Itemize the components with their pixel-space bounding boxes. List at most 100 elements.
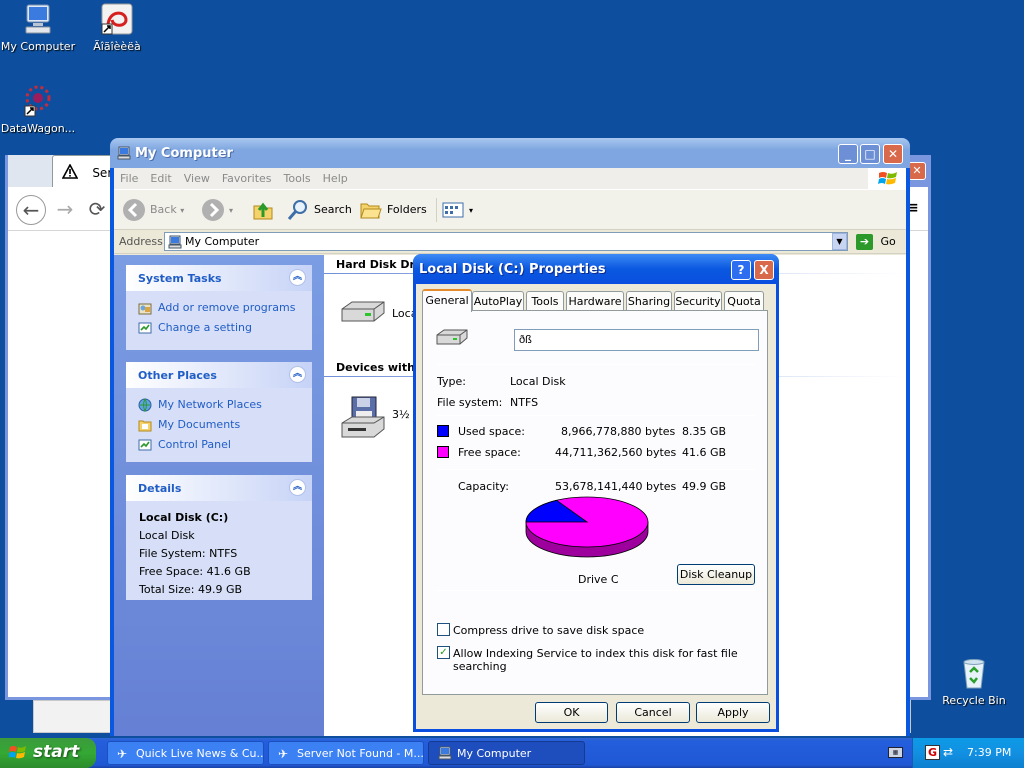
place-control-panel[interactable]: Control Panel — [126, 434, 312, 454]
tab-general[interactable]: General — [422, 289, 472, 312]
separator — [437, 469, 755, 470]
browser-task-icon: ✈ — [278, 747, 289, 761]
details-name: Local Disk (C:) — [139, 511, 229, 524]
windows-flag-icon — [8, 745, 27, 766]
back-button[interactable]: Back ▾ — [122, 198, 184, 222]
compress-checkbox[interactable] — [437, 623, 450, 636]
start-label: start — [33, 742, 80, 762]
control-panel-icon — [138, 321, 152, 335]
properties-titlebar[interactable]: Local Disk (C:) Properties ? X — [413, 254, 779, 284]
taskbar: start ✈ Quick Live News & Cu... ✈ Server… — [0, 738, 1024, 768]
address-dropdown-icon[interactable]: ▼ — [832, 233, 847, 250]
computer-task-icon — [438, 746, 452, 763]
minimize-button[interactable]: _ — [838, 144, 858, 164]
dialog-close-button[interactable]: X — [754, 260, 774, 280]
desktop-icon-recycle-bin[interactable]: Recycle Bin — [934, 656, 1014, 707]
task-change-setting[interactable]: Change a setting — [126, 317, 312, 337]
menu-edit[interactable]: Edit — [144, 168, 177, 185]
views-button[interactable]: ▾ — [436, 198, 473, 222]
taskbar-item-active[interactable]: My Computer — [428, 741, 585, 765]
recycle-bin-icon — [957, 656, 991, 690]
free-space-swatch — [437, 446, 449, 458]
file-system-value: NTFS — [510, 396, 539, 409]
details-type: Local Disk — [139, 529, 195, 542]
properties-dialog[interactable]: Local Disk (C:) Properties ? X General A… — [413, 254, 779, 732]
ok-button[interactable]: OK — [535, 702, 608, 723]
hard-drive-icon — [338, 299, 388, 330]
search-button[interactable]: Search — [286, 198, 352, 222]
folders-button[interactable]: Folders — [359, 198, 427, 222]
desktop-icon-datawagon[interactable]: DataWagon... — [0, 84, 78, 135]
system-tasks-header[interactable]: System Tasks ︽ — [126, 265, 312, 291]
type-label: Type: — [437, 375, 466, 388]
desktop-icon-my-computer[interactable]: My Computer — [0, 2, 78, 53]
desktop-icon-shortcut[interactable]: Ãîãîèèëà — [77, 2, 157, 53]
forward-button[interactable]: ▾ — [201, 198, 233, 222]
task-add-remove-programs[interactable]: Add or remove programs — [126, 297, 312, 317]
used-space-label: Used space: — [458, 425, 526, 438]
menu-bar: File Edit View Favorites Tools Help — [114, 168, 906, 190]
up-folder-button[interactable] — [251, 198, 279, 222]
tray-app-icon[interactable]: G — [925, 745, 940, 760]
my-computer-titlebar[interactable]: My Computer _ □ ✕ — [110, 138, 910, 168]
tray-network-icon[interactable]: ⇄ — [943, 745, 953, 759]
menu-tools[interactable]: Tools — [278, 168, 317, 185]
toolbar: Back ▾ ▾ Search Folders ▾ — [114, 190, 906, 230]
network-places-icon — [138, 398, 152, 413]
tab-security[interactable]: Security — [674, 291, 722, 311]
tab-quota[interactable]: Quota — [724, 291, 764, 311]
clock[interactable]: 7:39 PM — [967, 746, 1011, 759]
cancel-button[interactable]: Cancel — [616, 702, 690, 723]
desktop-icon-label: My Computer — [0, 40, 76, 53]
details-header[interactable]: Details ︽ — [126, 475, 312, 501]
address-field[interactable]: My Computer — [164, 232, 848, 251]
my-computer-title-icon — [117, 146, 131, 163]
reload-icon[interactable]: ⟳ — [82, 195, 112, 225]
volume-label-input[interactable] — [514, 329, 759, 351]
search-icon — [286, 198, 310, 222]
views-icon — [441, 198, 465, 222]
menu-file[interactable]: File — [114, 168, 144, 185]
browser-close-icon[interactable]: ✕ — [908, 162, 926, 180]
windows-logo-icon — [868, 168, 906, 190]
floppy-drive-label: 3½ — [392, 408, 410, 421]
collapse-chevron-icon[interactable]: ︽ — [289, 479, 306, 496]
capacity-gb: 49.9 GB — [682, 480, 727, 493]
window-title: My Computer — [135, 146, 233, 161]
go-arrow-icon: ➔ — [856, 234, 873, 250]
desktop-icon-label: DataWagon... — [0, 122, 76, 135]
maximize-button[interactable]: □ — [860, 144, 880, 164]
compress-label: Compress drive to save disk space — [453, 624, 645, 637]
place-my-documents[interactable]: My Documents — [126, 414, 312, 434]
go-button[interactable]: ➔ Go — [856, 234, 896, 250]
tab-tools[interactable]: Tools — [526, 291, 564, 311]
taskbar-item[interactable]: ✈ Server Not Found - M... — [268, 741, 424, 765]
other-places-header[interactable]: Other Places ︽ — [126, 362, 312, 388]
type-value: Local Disk — [510, 375, 566, 388]
indexing-checkbox[interactable]: ✓ — [437, 646, 450, 659]
menu-help[interactable]: Help — [317, 168, 354, 185]
free-space-label: Free space: — [458, 446, 521, 459]
details-file-system: File System: NTFS — [139, 547, 238, 560]
place-my-network-places[interactable]: My Network Places — [126, 394, 312, 414]
apply-button[interactable]: Apply — [696, 702, 770, 723]
disk-cleanup-button[interactable]: Disk Cleanup — [677, 564, 755, 585]
forward-icon[interactable]: → — [50, 195, 80, 225]
collapse-chevron-icon[interactable]: ︽ — [289, 269, 306, 286]
keyboard-icon[interactable]: ▦ — [888, 747, 903, 758]
my-documents-icon — [138, 418, 152, 432]
menu-view[interactable]: View — [178, 168, 216, 185]
menu-favorites[interactable]: Favorites — [216, 168, 278, 185]
tab-autoplay[interactable]: AutoPlay — [472, 291, 524, 311]
collapse-chevron-icon[interactable]: ︽ — [289, 366, 306, 383]
browser-task-icon: ✈ — [117, 747, 128, 761]
go-label: Go — [880, 235, 896, 248]
start-button[interactable]: start — [0, 738, 96, 768]
back-icon[interactable]: ← — [16, 195, 46, 225]
help-button[interactable]: ? — [731, 260, 751, 280]
separator — [437, 415, 755, 416]
taskbar-item[interactable]: ✈ Quick Live News & Cu... — [107, 741, 264, 765]
tab-sharing[interactable]: Sharing — [626, 291, 672, 311]
close-button[interactable]: ✕ — [883, 144, 903, 164]
tab-hardware[interactable]: Hardware — [566, 291, 624, 311]
